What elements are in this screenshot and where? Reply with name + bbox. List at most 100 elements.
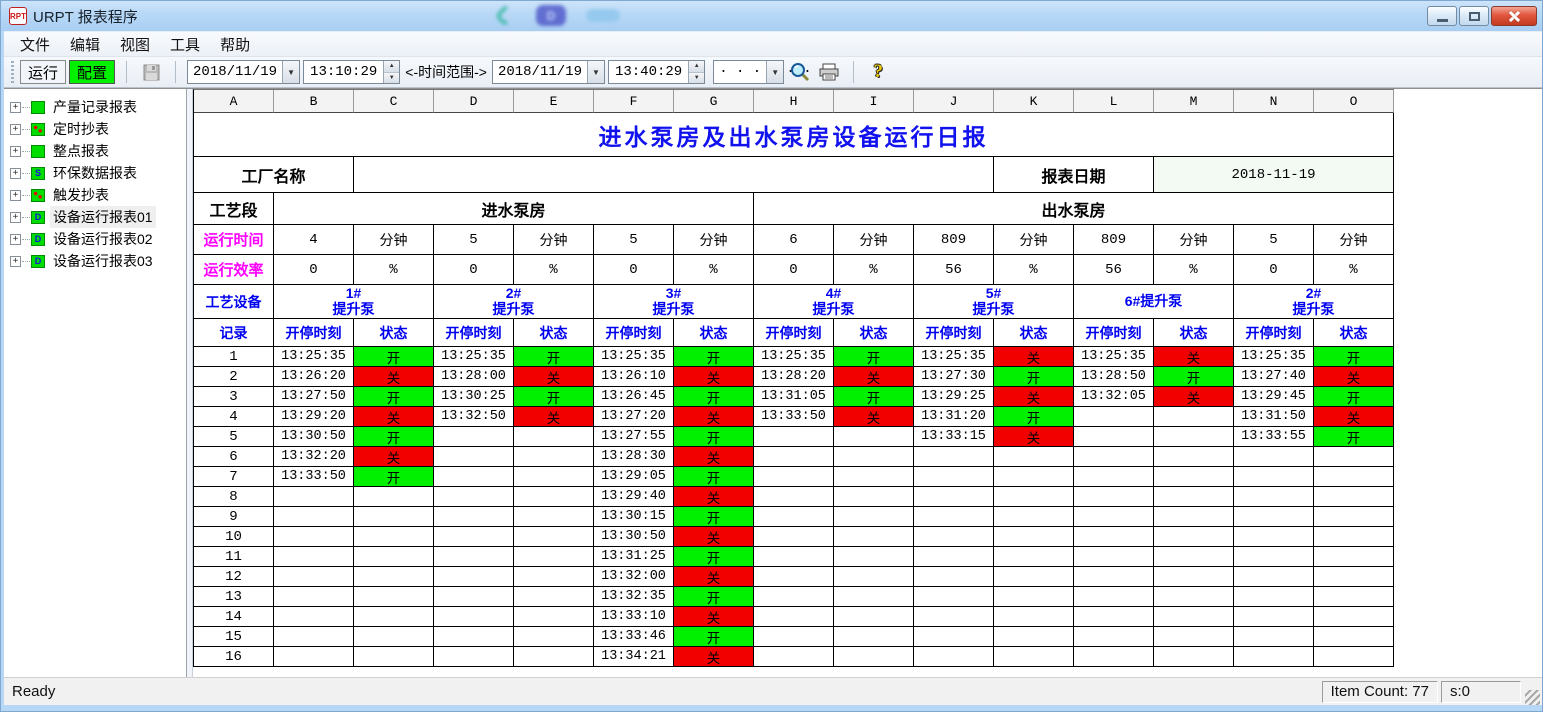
device-name[interactable]: 3#提升泵 xyxy=(594,285,754,319)
event-time[interactable]: 13:32:35 xyxy=(594,587,674,607)
empty-cell[interactable] xyxy=(434,627,514,647)
empty-cell[interactable] xyxy=(1314,587,1394,607)
help-icon[interactable]: ? xyxy=(865,60,891,84)
empty-cell[interactable] xyxy=(1314,467,1394,487)
status-open[interactable]: 开 xyxy=(1314,387,1394,407)
run-button[interactable]: 运行 xyxy=(20,60,66,84)
expand-icon[interactable]: + xyxy=(10,212,21,223)
event-time[interactable]: 13:27:50 xyxy=(274,387,354,407)
empty-cell[interactable] xyxy=(1314,527,1394,547)
minimize-button[interactable] xyxy=(1427,6,1457,26)
runtime-value[interactable]: 5 xyxy=(594,225,674,255)
status-open[interactable]: 开 xyxy=(674,427,754,447)
status-open[interactable]: 开 xyxy=(674,347,754,367)
column-header[interactable]: O xyxy=(1314,90,1394,113)
status-close[interactable]: 关 xyxy=(514,407,594,427)
config-button[interactable]: 配置 xyxy=(69,60,115,84)
column-header[interactable]: F xyxy=(594,90,674,113)
status-open[interactable]: 开 xyxy=(994,407,1074,427)
empty-cell[interactable] xyxy=(914,447,994,467)
empty-cell[interactable] xyxy=(914,507,994,527)
empty-cell[interactable] xyxy=(1154,587,1234,607)
maximize-button[interactable] xyxy=(1459,6,1489,26)
runtime-unit[interactable]: 分钟 xyxy=(994,225,1074,255)
empty-cell[interactable] xyxy=(1234,627,1314,647)
event-time[interactable]: 13:28:30 xyxy=(594,447,674,467)
column-header[interactable]: A xyxy=(194,90,274,113)
empty-cell[interactable] xyxy=(1074,567,1154,587)
empty-cell[interactable] xyxy=(1234,507,1314,527)
empty-cell[interactable] xyxy=(754,567,834,587)
event-time[interactable]: 13:27:55 xyxy=(594,427,674,447)
empty-cell[interactable] xyxy=(1074,507,1154,527)
factory-name-value[interactable] xyxy=(354,157,994,193)
event-time[interactable]: 13:30:50 xyxy=(274,427,354,447)
empty-cell[interactable] xyxy=(754,587,834,607)
event-time[interactable]: 13:25:35 xyxy=(274,347,354,367)
event-time[interactable]: 13:31:20 xyxy=(914,407,994,427)
empty-cell[interactable] xyxy=(1154,507,1234,527)
event-time[interactable]: 13:29:40 xyxy=(594,487,674,507)
empty-cell[interactable] xyxy=(834,447,914,467)
empty-cell[interactable] xyxy=(274,507,354,527)
empty-cell[interactable] xyxy=(994,447,1074,467)
record-number[interactable]: 4 xyxy=(194,407,274,427)
empty-cell[interactable] xyxy=(1234,567,1314,587)
empty-cell[interactable] xyxy=(274,547,354,567)
event-time[interactable]: 13:33:46 xyxy=(594,627,674,647)
expand-icon[interactable]: + xyxy=(10,124,21,135)
empty-cell[interactable] xyxy=(914,527,994,547)
empty-cell[interactable] xyxy=(914,627,994,647)
empty-cell[interactable] xyxy=(1234,447,1314,467)
device-label[interactable]: 工艺设备 xyxy=(194,285,274,319)
search-icon[interactable] xyxy=(787,60,813,84)
empty-cell[interactable] xyxy=(834,647,914,667)
column-header[interactable]: D xyxy=(434,90,514,113)
status-open[interactable]: 开 xyxy=(514,347,594,367)
interval-select[interactable]: · · · · · · ▼ xyxy=(713,60,784,84)
empty-cell[interactable] xyxy=(1234,547,1314,567)
status-open[interactable]: 开 xyxy=(674,467,754,487)
empty-cell[interactable] xyxy=(1314,627,1394,647)
empty-cell[interactable] xyxy=(514,627,594,647)
runtime-unit[interactable]: 分钟 xyxy=(1154,225,1234,255)
empty-cell[interactable] xyxy=(994,547,1074,567)
empty-cell[interactable] xyxy=(994,567,1074,587)
status-open[interactable]: 开 xyxy=(1314,427,1394,447)
empty-cell[interactable] xyxy=(514,607,594,627)
device-name[interactable]: 2#提升泵 xyxy=(1234,285,1394,319)
empty-cell[interactable] xyxy=(434,487,514,507)
end-date-picker[interactable]: 2018/11/19 ▼ xyxy=(492,60,605,84)
empty-cell[interactable] xyxy=(1074,527,1154,547)
empty-cell[interactable] xyxy=(274,567,354,587)
device-name[interactable]: 4#提升泵 xyxy=(754,285,914,319)
empty-cell[interactable] xyxy=(434,587,514,607)
status-open[interactable]: 开 xyxy=(674,587,754,607)
event-time[interactable]: 13:30:15 xyxy=(594,507,674,527)
report-date-label[interactable]: 报表日期 xyxy=(994,157,1154,193)
empty-cell[interactable] xyxy=(514,587,594,607)
empty-cell[interactable] xyxy=(274,607,354,627)
device-name[interactable]: 2#提升泵 xyxy=(434,285,594,319)
tree-item[interactable]: +S环保数据报表 xyxy=(10,162,186,184)
event-time[interactable]: 13:29:25 xyxy=(914,387,994,407)
empty-cell[interactable] xyxy=(1234,527,1314,547)
spin-up-icon[interactable]: ▲ xyxy=(384,61,399,73)
empty-cell[interactable] xyxy=(1074,607,1154,627)
status-header[interactable]: 状态 xyxy=(514,319,594,347)
efficiency-unit[interactable]: % xyxy=(1154,255,1234,285)
expand-icon[interactable]: + xyxy=(10,234,21,245)
expand-icon[interactable]: + xyxy=(10,102,21,113)
status-open[interactable]: 开 xyxy=(354,347,434,367)
column-header[interactable]: I xyxy=(834,90,914,113)
empty-cell[interactable] xyxy=(514,527,594,547)
empty-cell[interactable] xyxy=(514,487,594,507)
record-number[interactable]: 6 xyxy=(194,447,274,467)
start-date-picker[interactable]: 2018/11/19 ▼ xyxy=(187,60,300,84)
event-time[interactable]: 13:33:50 xyxy=(754,407,834,427)
empty-cell[interactable] xyxy=(434,547,514,567)
empty-cell[interactable] xyxy=(354,527,434,547)
empty-cell[interactable] xyxy=(274,647,354,667)
status-close[interactable]: 关 xyxy=(354,407,434,427)
empty-cell[interactable] xyxy=(434,567,514,587)
